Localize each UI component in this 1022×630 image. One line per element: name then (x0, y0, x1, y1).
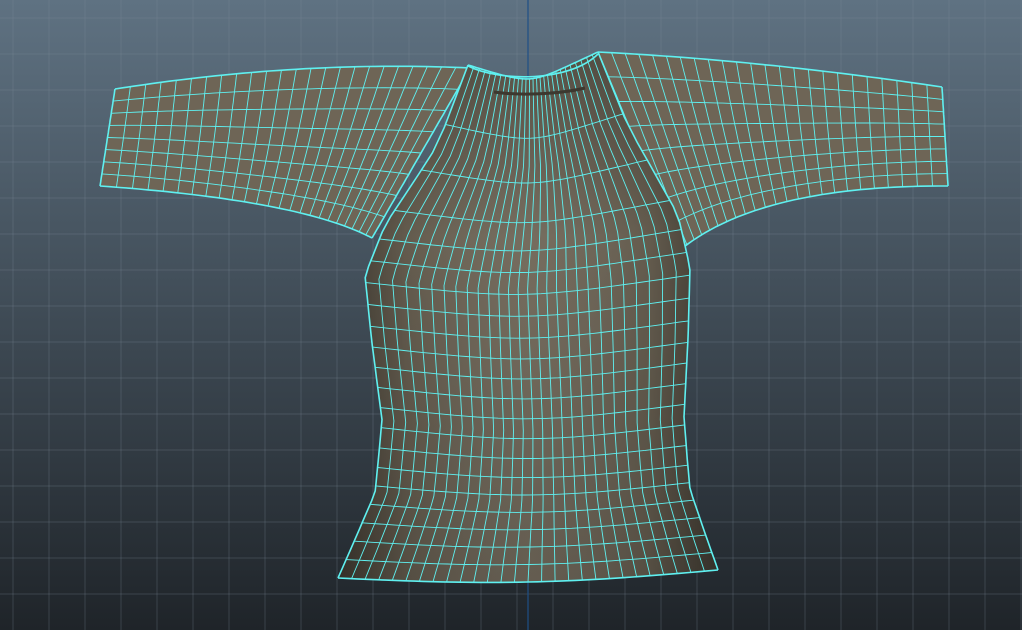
viewport-scene[interactable] (0, 0, 1022, 630)
3d-viewport[interactable] (0, 0, 1022, 630)
